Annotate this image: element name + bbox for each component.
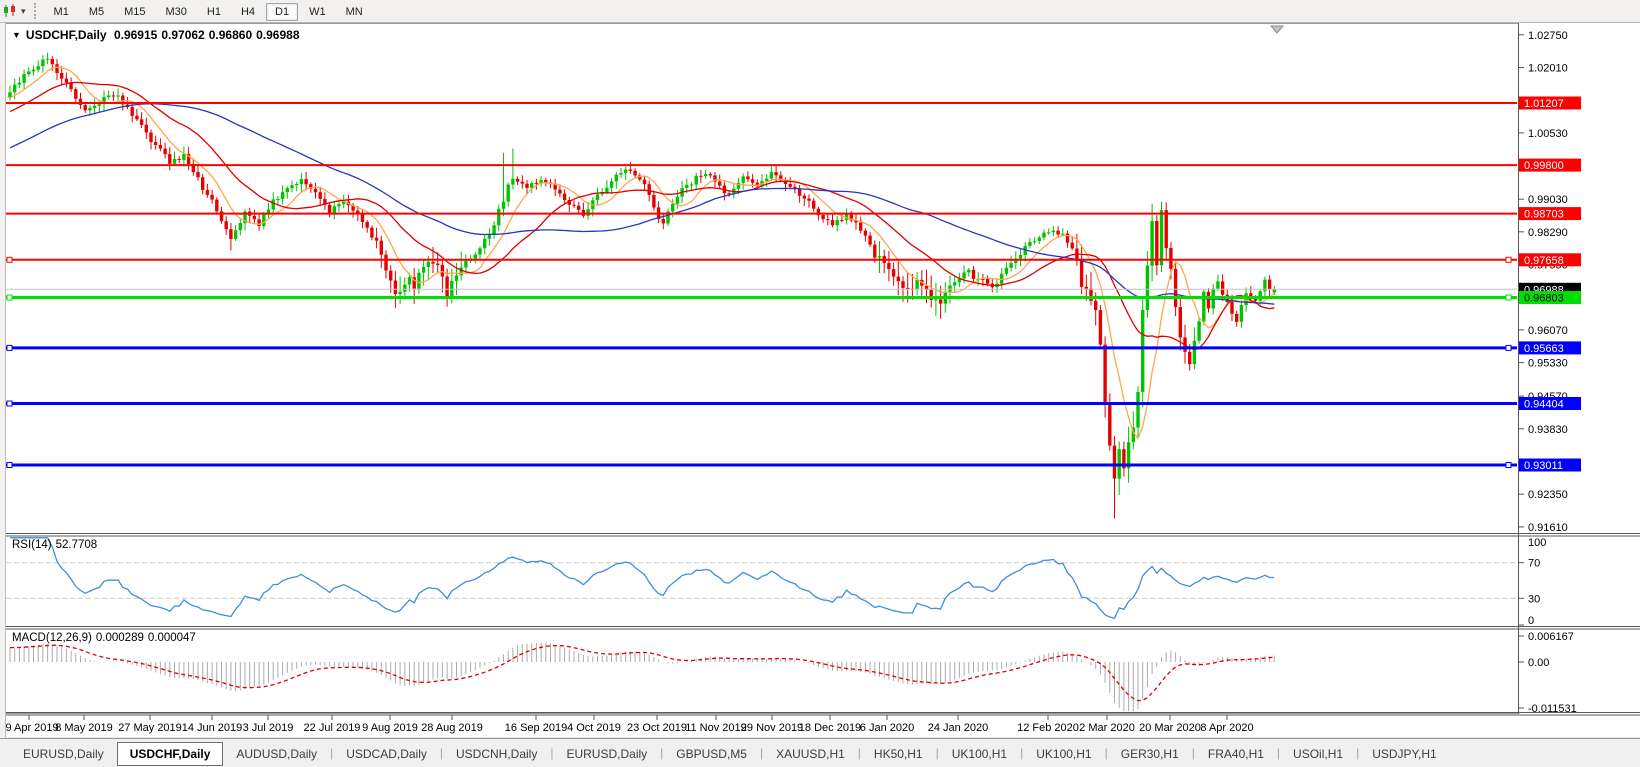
macd-tick-label: -0.011531: [1528, 703, 1577, 715]
date-tick-label: 23 Oct 2019: [627, 722, 687, 734]
chart-tab-gbpusd-m5[interactable]: GBPUSD,M5: [663, 743, 760, 765]
chart-tab-usdcnh-daily[interactable]: USDCNH,Daily: [443, 743, 550, 765]
price-tick-label: 0.99030: [1528, 194, 1568, 206]
toolbar-grip-handle[interactable]: [33, 3, 36, 19]
chart-tab-usdcad-daily[interactable]: USDCAD,Daily: [333, 743, 440, 765]
chart-tab-eurusd-daily[interactable]: EURUSD,Daily: [10, 743, 117, 765]
price-tick-label: 1.02010: [1528, 63, 1568, 75]
svg-text:0.97658: 0.97658: [1524, 255, 1564, 267]
chart-tab-uk100-h1[interactable]: UK100,H1: [1023, 743, 1104, 765]
chart-tab-eurusd-daily[interactable]: EURUSD,Daily: [553, 743, 660, 765]
price-tick-label: 0.92350: [1528, 489, 1568, 501]
svg-text:0.99800: 0.99800: [1524, 160, 1564, 172]
date-tick-label: 20 Mar 2020: [1139, 722, 1201, 734]
chart-tab-bar: EURUSD,Daily USDCHF,Daily AUDUSD,Daily | USD…: [0, 738, 1640, 767]
window-left-edge: [0, 23, 6, 738]
svg-text:1.01207: 1.01207: [1524, 98, 1564, 110]
chart-tab-usdjpy-h1[interactable]: USDJPY,H1: [1359, 743, 1449, 765]
timeframe-button-h4[interactable]: H4: [232, 3, 264, 21]
date-tick-label: 8 Apr 2020: [1200, 722, 1253, 734]
price-badge-0.97658: 0.97658: [1519, 253, 1581, 267]
chart-tab-xauusd-h1[interactable]: XAUUSD,H1: [763, 743, 858, 765]
chart-type-icon[interactable]: [1, 3, 21, 19]
date-tick-label: 11 Nov 2019: [685, 722, 747, 734]
price-badge-0.94404: 0.94404: [1519, 397, 1581, 411]
ohlc-close: 0.96988: [256, 28, 300, 42]
price-tick-label: 0.96070: [1528, 325, 1568, 337]
date-tick-label: 3 Jul 2019: [243, 722, 294, 734]
chevron-down-icon[interactable]: ▾: [21, 3, 26, 19]
svg-text:0.95663: 0.95663: [1524, 343, 1564, 355]
chart-background: [0, 23, 1640, 737]
date-tick-label: 18 Dec 2019: [799, 722, 861, 734]
svg-text:0.96803: 0.96803: [1524, 293, 1564, 305]
timeframe-toolbar: ▾ M1 M5 M15 M30 H1 H4 D1 W1 MN: [0, 0, 1640, 23]
ohlc-high: 0.97062: [161, 28, 205, 42]
date-tick-label: 14 Jun 2019: [182, 722, 243, 734]
chart-tab-audusd-daily[interactable]: AUDUSD,Daily: [223, 743, 330, 765]
chart-tab-usdchf-daily[interactable]: USDCHF,Daily: [116, 741, 224, 766]
macd-tick-label: 0.00: [1528, 657, 1549, 669]
date-tick-label: 19 Apr 2019: [0, 722, 59, 734]
rsi-tick-label: 100: [1528, 537, 1546, 549]
date-tick-label: 22 Jul 2019: [304, 722, 361, 734]
date-tick-label: 6 Jan 2020: [860, 722, 914, 734]
timeframe-button-h1[interactable]: H1: [198, 3, 230, 21]
date-tick-label: 12 Feb 2020: [1017, 722, 1079, 734]
price-badge-1.01207: 1.01207: [1519, 96, 1581, 110]
macd-tick-label: 0.006167: [1528, 631, 1574, 643]
price-tick-label: 0.98290: [1528, 227, 1568, 239]
price-tick-label: 1.00530: [1528, 128, 1568, 140]
date-tick-label: 29 Nov 2019: [741, 722, 803, 734]
date-tick-label: 16 Sep 2019: [505, 722, 567, 734]
collapse-triangle-icon[interactable]: ▼: [12, 30, 21, 40]
timeframe-button-m30[interactable]: M30: [157, 3, 196, 21]
svg-text:0.98703: 0.98703: [1524, 209, 1564, 221]
timeframe-button-w1[interactable]: W1: [300, 3, 335, 21]
price-badge-0.98703: 0.98703: [1519, 207, 1581, 221]
date-tick-label: 24 Jan 2020: [928, 722, 989, 734]
rsi-indicator-label: RSI(14) 52.7708: [12, 539, 98, 551]
price-tick-label: 1.02750: [1528, 30, 1568, 42]
svg-text:0.94404: 0.94404: [1524, 399, 1564, 411]
chart-tab-usoil-h1[interactable]: USOil,H1: [1280, 743, 1356, 765]
chart-tab-ger30-h1[interactable]: GER30,H1: [1108, 743, 1192, 765]
price-tick-label: 0.91610: [1528, 522, 1568, 534]
timeframe-button-m5[interactable]: M5: [80, 3, 113, 21]
date-tick-label: 8 May 2019: [55, 722, 112, 734]
chart-tab-fra40-h1[interactable]: FRA40,H1: [1195, 743, 1277, 765]
timeframe-buttons: M1 M5 M15 M30 H1 H4 D1 W1 MN: [44, 2, 373, 21]
price-tick-label: 0.93830: [1528, 424, 1568, 436]
date-tick-label: 27 May 2019: [118, 722, 182, 734]
chart-tab-uk100-h1[interactable]: UK100,H1: [939, 743, 1020, 765]
date-tick-label: 2 Mar 2020: [1079, 722, 1135, 734]
timeframe-button-m15[interactable]: M15: [115, 3, 154, 21]
ohlc-low: 0.96860: [208, 28, 253, 42]
rsi-tick-label: 30: [1528, 593, 1540, 605]
chart-tab-hk50-h1[interactable]: HK50,H1: [861, 743, 936, 765]
rsi-tick-label: 70: [1528, 558, 1540, 570]
svg-text:0.93011: 0.93011: [1524, 460, 1563, 472]
symbol-period-label: USDCHF,Daily: [25, 28, 107, 42]
chart-canvas[interactable]: 1.027501.020101.005300.990300.982900.975…: [0, 0, 1640, 766]
timeframe-button-m1[interactable]: M1: [45, 3, 78, 21]
price-badge-0.95663: 0.95663: [1519, 341, 1581, 355]
rsi-tick-label: 0: [1528, 615, 1534, 627]
price-badge-0.99800: 0.99800: [1519, 158, 1581, 172]
date-tick-label: 4 Oct 2019: [567, 722, 621, 734]
macd-indicator-label: MACD(12,26,9) 0.000289 0.000047: [12, 632, 196, 644]
date-tick-label: 28 Aug 2019: [421, 722, 483, 734]
price-badge-0.96803: 0.96803: [1519, 291, 1581, 305]
timeframe-button-mn[interactable]: MN: [337, 3, 372, 21]
ohlc-open: 0.96915: [113, 28, 158, 42]
price-tick-label: 0.95330: [1528, 358, 1568, 370]
timeframe-button-d1[interactable]: D1: [266, 3, 299, 21]
price-badge-0.93011: 0.93011: [1519, 458, 1581, 472]
chart-title: ▼ USDCHF,Daily 0.96915 0.97062 0.96860 0.969…: [12, 28, 304, 42]
date-tick-label: 9 Aug 2019: [362, 722, 418, 734]
